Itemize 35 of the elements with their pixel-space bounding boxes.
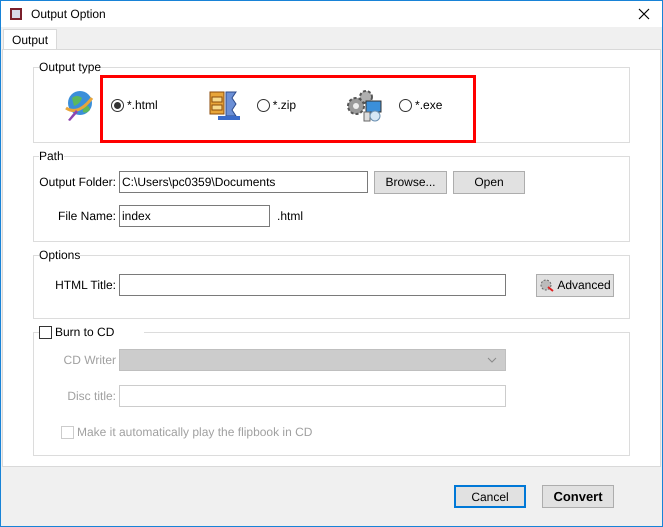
advanced-button[interactable]: Advanced xyxy=(536,274,614,296)
group-legend: Path xyxy=(39,149,64,163)
field-label: CD Writer xyxy=(62,352,116,369)
group-legend: Options xyxy=(39,248,80,262)
radio-button[interactable] xyxy=(111,98,124,112)
field-label: HTML Title: xyxy=(54,277,116,294)
chevron-down-icon xyxy=(487,357,497,363)
checkbox-label: Make it automatically play the flipbook in CD xyxy=(77,424,312,441)
field-label: Output Folder: xyxy=(42,174,116,191)
globe-icon xyxy=(62,88,96,122)
option-label: *.html xyxy=(127,97,158,114)
extension-label: .html xyxy=(277,208,304,225)
input-field[interactable]: C:\Users\pc0359\Documents xyxy=(119,171,368,193)
window-title: Output Option xyxy=(31,6,106,23)
tab[interactable]: Output xyxy=(3,29,58,49)
open-button[interactable]: Open xyxy=(453,170,525,194)
gears-computer-icon xyxy=(346,88,384,122)
field-label: Disc title: xyxy=(66,388,116,405)
option-label: *.zip xyxy=(272,97,296,114)
input-field[interactable] xyxy=(119,274,506,296)
checkbox-label: Burn to CD xyxy=(55,324,114,341)
option-label: *.exe xyxy=(415,97,442,114)
radio-button[interactable] xyxy=(399,98,412,112)
radio-button[interactable] xyxy=(256,98,270,112)
checkbox[interactable] xyxy=(39,326,52,338)
browse-button[interactable]: Browse... xyxy=(374,170,447,194)
app-icon xyxy=(9,7,23,21)
dialog-button[interactable]: Cancel xyxy=(454,485,526,508)
gear-icon xyxy=(539,278,556,292)
close-icon[interactable] xyxy=(638,8,650,20)
group-legend: Output type xyxy=(39,60,102,74)
field-label: File Name: xyxy=(56,208,116,225)
input-field[interactable] xyxy=(119,385,506,407)
input-field[interactable]: index xyxy=(119,205,270,227)
dialog-button[interactable]: Convert xyxy=(542,485,614,508)
